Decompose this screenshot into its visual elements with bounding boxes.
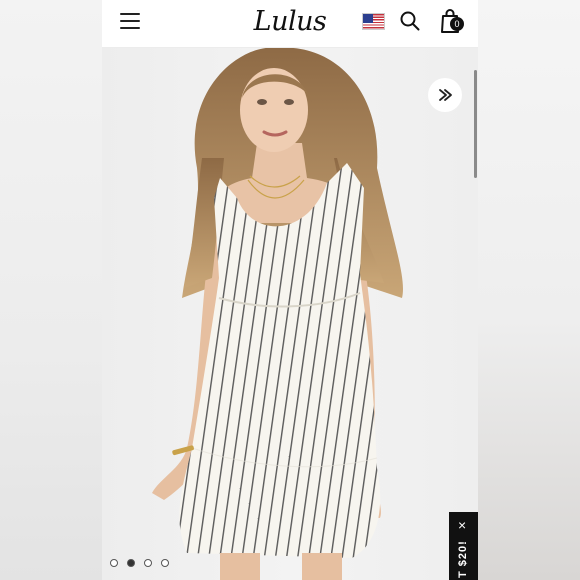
- promo-text: T $20!: [457, 540, 469, 578]
- top-nav-bar: Lulus 0: [102, 0, 478, 48]
- blurred-left-background: [0, 0, 102, 580]
- search-icon[interactable]: [400, 11, 420, 31]
- us-flag-icon[interactable]: [362, 13, 385, 30]
- gallery-dot-3[interactable]: [144, 559, 152, 567]
- app-screen: Lulus 0 × T $20!: [102, 0, 478, 580]
- share-icon: [439, 89, 452, 101]
- hamburger-menu-icon[interactable]: [120, 13, 140, 29]
- gallery-dot-2[interactable]: [127, 559, 135, 567]
- gallery-pagination-dots: [110, 559, 169, 567]
- blurred-right-background: [478, 0, 580, 580]
- cart-count-badge: 0: [450, 17, 464, 31]
- product-photo: [152, 48, 403, 580]
- product-image-gallery[interactable]: [102, 48, 478, 580]
- promo-tab[interactable]: × T $20!: [449, 512, 478, 580]
- gallery-dot-1[interactable]: [110, 559, 118, 567]
- gallery-dot-4[interactable]: [161, 559, 169, 567]
- share-button[interactable]: [428, 78, 462, 112]
- scrollbar[interactable]: [474, 70, 477, 178]
- brand-logo[interactable]: Lulus: [252, 2, 328, 42]
